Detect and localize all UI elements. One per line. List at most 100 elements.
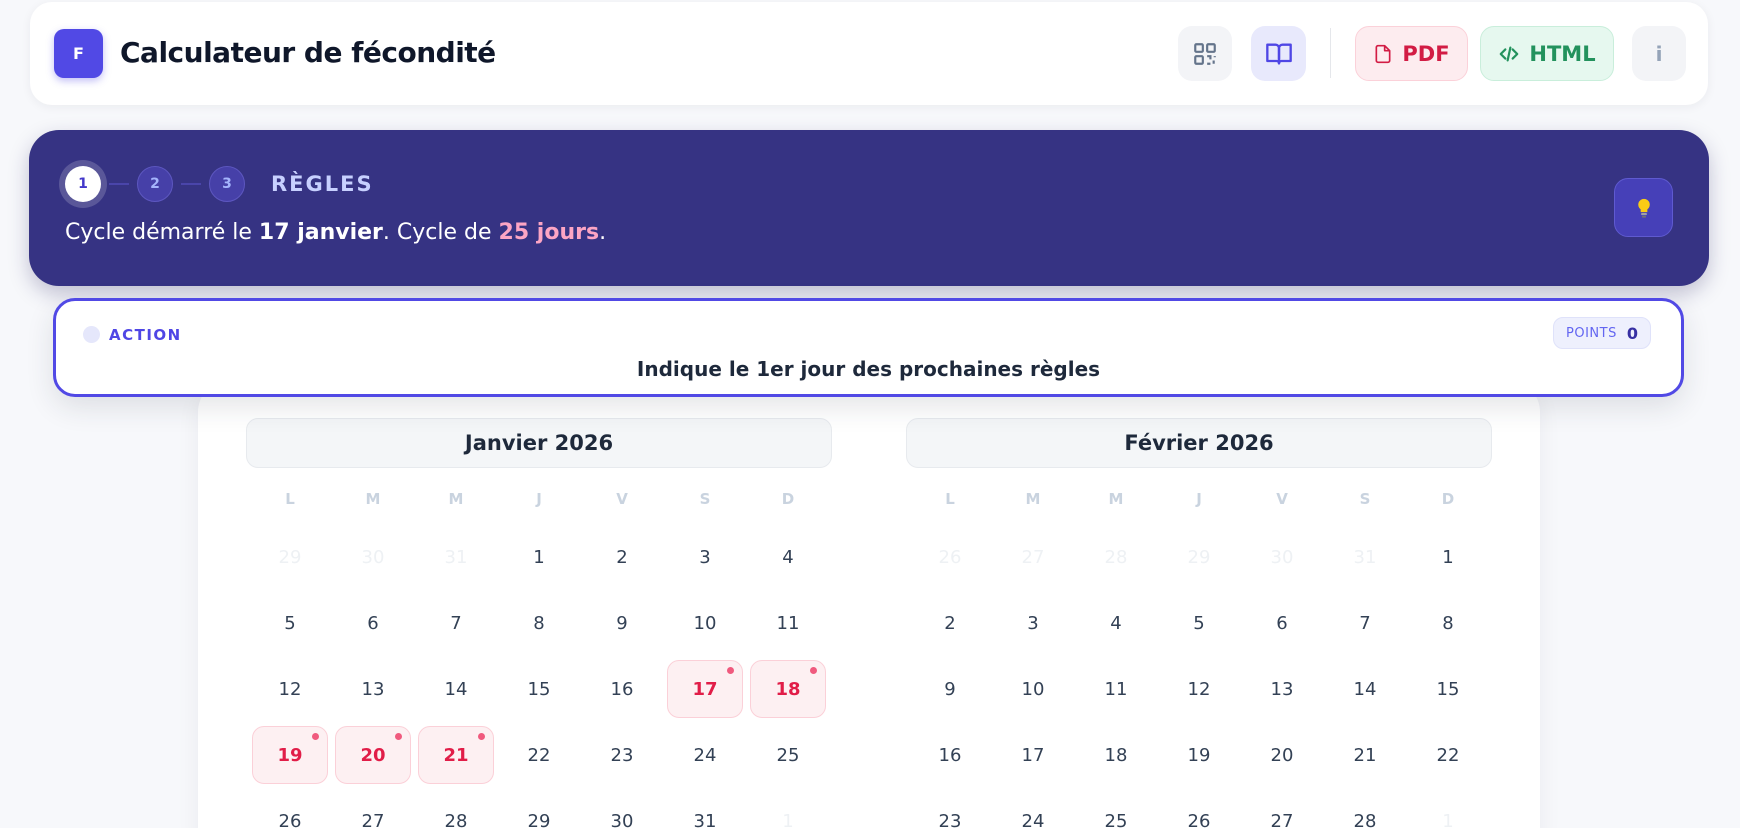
calendar-day[interactable]: 20 xyxy=(1244,726,1320,784)
calendar-day[interactable]: 7 xyxy=(1327,594,1403,652)
month-february: Février 2026 L M M J V S D 26 27 28 29 30 31 1… xyxy=(906,418,1492,828)
calendar-day[interactable]: 26 xyxy=(1161,792,1237,828)
info-button[interactable]: i xyxy=(1632,26,1686,81)
calendar-day[interactable]: 27 xyxy=(1244,792,1320,828)
calendar-day[interactable]: 26 xyxy=(252,792,328,828)
calendar-day[interactable]: 18 xyxy=(1078,726,1154,784)
calendar-day[interactable]: 13 xyxy=(1244,660,1320,718)
calendar-day-period[interactable]: 20 xyxy=(335,726,411,784)
calendar-day[interactable]: 9 xyxy=(912,660,988,718)
step-title: RÈGLES xyxy=(271,172,374,196)
month-january: Janvier 2026 L M M J V S D 29 30 31 1 2 3 4 5 6 7… xyxy=(246,418,832,828)
calendar-day-outside: 31 xyxy=(1353,546,1377,568)
action-label: ACTION xyxy=(109,326,182,344)
calendar-day[interactable]: 6 xyxy=(1244,594,1320,652)
calendar-day[interactable]: 16 xyxy=(912,726,988,784)
calendar-day-period[interactable]: 19 xyxy=(252,726,328,784)
calendar-day[interactable]: 11 xyxy=(1078,660,1154,718)
calendar-day[interactable]: 28 xyxy=(1327,792,1403,828)
calendar-day[interactable]: 4 xyxy=(1078,594,1154,652)
calendar-day[interactable]: 16 xyxy=(584,660,660,718)
calendar-day[interactable]: 14 xyxy=(1327,660,1403,718)
points-badge: POINTS 0 xyxy=(1553,317,1651,349)
calendar-day[interactable]: 23 xyxy=(584,726,660,784)
weekday-label: S xyxy=(699,490,711,508)
calendar-day[interactable]: 4 xyxy=(750,528,826,586)
weekday-header: L M M J V S D xyxy=(906,490,1492,508)
weekday-label: J xyxy=(1196,490,1202,508)
calendar-day[interactable]: 8 xyxy=(1410,594,1486,652)
calendar-day[interactable]: 3 xyxy=(995,594,1071,652)
calendar-day[interactable]: 21 xyxy=(1327,726,1403,784)
weekday-header: L M M J V S D xyxy=(246,490,832,508)
calendar-day[interactable]: 5 xyxy=(1161,594,1237,652)
calendar-day[interactable]: 7 xyxy=(418,594,494,652)
day-grid: 26 27 28 29 30 31 1 2 3 4 5 6 7 8 9 10 11 12 13 14 15 16 17 18 1… xyxy=(906,528,1492,828)
calendar-day[interactable]: 10 xyxy=(667,594,743,652)
calendar-day[interactable]: 24 xyxy=(667,726,743,784)
calendar-day[interactable]: 28 xyxy=(418,792,494,828)
calendar-day[interactable]: 10 xyxy=(995,660,1071,718)
step-1[interactable]: 1 xyxy=(65,166,101,202)
calendar-day-outside: 26 xyxy=(938,546,962,568)
calendar-day[interactable]: 15 xyxy=(1410,660,1486,718)
cycle-text-prefix: Cycle démarré le xyxy=(65,220,259,245)
app-header: F Calculateur de fécondité PDF HTML i xyxy=(30,2,1708,105)
code-icon xyxy=(1500,45,1519,62)
calendar-day[interactable]: 9 xyxy=(584,594,660,652)
calendar-day-period[interactable]: 18 xyxy=(750,660,826,718)
calendar-day-outside: 30 xyxy=(1270,546,1294,568)
calendar-day-outside: 30 xyxy=(361,546,385,568)
hint-button[interactable] xyxy=(1614,178,1673,237)
export-html-label: HTML xyxy=(1529,41,1596,66)
calendar-card: Janvier 2026 L M M J V S D 29 30 31 1 2 3 4 5 6 7… xyxy=(198,380,1540,828)
export-pdf-button[interactable]: PDF xyxy=(1355,26,1468,81)
app-logo: F xyxy=(54,29,103,78)
calendar-day[interactable]: 29 xyxy=(501,792,577,828)
calendar-day[interactable]: 12 xyxy=(1161,660,1237,718)
weekday-label: J xyxy=(536,490,542,508)
calendar-day[interactable]: 31 xyxy=(667,792,743,828)
calendar-day[interactable]: 8 xyxy=(501,594,577,652)
calendar-day[interactable]: 19 xyxy=(1161,726,1237,784)
calendar-day[interactable]: 6 xyxy=(335,594,411,652)
calendar-day[interactable]: 27 xyxy=(335,792,411,828)
calendar-day-outside: 1 xyxy=(782,810,794,828)
action-status-dot xyxy=(83,326,100,343)
calendar-day-period[interactable]: 21 xyxy=(418,726,494,784)
calendar-day[interactable]: 15 xyxy=(501,660,577,718)
calendar-day[interactable]: 14 xyxy=(418,660,494,718)
guide-button[interactable] xyxy=(1251,26,1306,81)
calendar-day[interactable]: 5 xyxy=(252,594,328,652)
lightbulb-icon xyxy=(1637,198,1650,218)
calendar-day[interactable]: 25 xyxy=(750,726,826,784)
step-banner: 1 2 3 RÈGLES Cycle démarré le 17 janvier… xyxy=(29,130,1709,286)
calendar-day[interactable]: 11 xyxy=(750,594,826,652)
step-3[interactable]: 3 xyxy=(209,166,245,202)
calendar-day[interactable]: 13 xyxy=(335,660,411,718)
calendar-day[interactable]: 17 xyxy=(995,726,1071,784)
calendar-day[interactable]: 22 xyxy=(1410,726,1486,784)
calendar-day[interactable]: 24 xyxy=(995,792,1071,828)
info-icon: i xyxy=(1655,41,1663,66)
calendar-day[interactable]: 30 xyxy=(584,792,660,828)
calendar-day[interactable]: 1 xyxy=(501,528,577,586)
calendar-day[interactable]: 1 xyxy=(1410,528,1486,586)
calendar-day[interactable]: 2 xyxy=(584,528,660,586)
calendar-day[interactable]: 22 xyxy=(501,726,577,784)
weekday-label: M xyxy=(365,490,381,508)
calendar-day[interactable]: 25 xyxy=(1078,792,1154,828)
calendar-day[interactable]: 3 xyxy=(667,528,743,586)
calendar-day[interactable]: 12 xyxy=(252,660,328,718)
calendar-day[interactable]: 2 xyxy=(912,594,988,652)
qr-code-button[interactable] xyxy=(1178,26,1232,81)
step-2[interactable]: 2 xyxy=(137,166,173,202)
step-indicator: 1 2 3 RÈGLES xyxy=(65,166,374,202)
file-icon xyxy=(1375,44,1391,63)
weekday-label: V xyxy=(1276,490,1288,508)
action-card: ACTION POINTS 0 Indique le 1er jour des … xyxy=(53,298,1684,397)
export-html-button[interactable]: HTML xyxy=(1480,26,1614,81)
calendar-day[interactable]: 23 xyxy=(912,792,988,828)
calendar-day-period[interactable]: 17 xyxy=(667,660,743,718)
points-value: 0 xyxy=(1626,323,1638,343)
